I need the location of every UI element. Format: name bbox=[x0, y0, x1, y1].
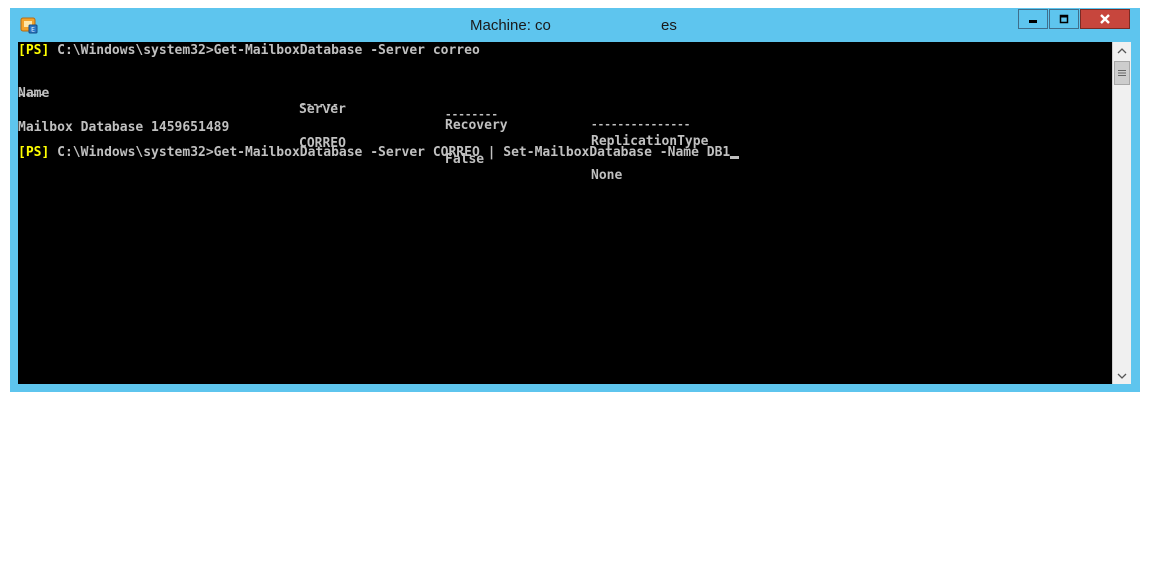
powershell-exchange-icon: E bbox=[20, 17, 38, 34]
title-bar[interactable]: E Machine: co es bbox=[10, 8, 1140, 42]
maximize-button[interactable] bbox=[1049, 9, 1079, 29]
scroll-down-button[interactable] bbox=[1113, 367, 1131, 384]
cell-name: Mailbox Database 1459651489 bbox=[18, 120, 230, 135]
prompt-tag: [PS] bbox=[18, 145, 50, 160]
scroll-thumb[interactable] bbox=[1114, 61, 1130, 85]
table-header-underline: ---- ------ -------- --------------- bbox=[18, 80, 1112, 130]
close-icon bbox=[1100, 14, 1110, 24]
chevron-up-icon bbox=[1117, 47, 1127, 53]
underline-replication-type: --------------- bbox=[591, 118, 691, 131]
text-cursor bbox=[730, 156, 740, 159]
console-window: E Machine: co es [PS] C:\Windows\system3… bbox=[10, 8, 1140, 392]
scroll-up-button[interactable] bbox=[1113, 42, 1131, 59]
minimize-icon bbox=[1029, 20, 1037, 23]
table-row: Mailbox Database 1459651489 CORREO False… bbox=[18, 104, 1112, 183]
close-button[interactable] bbox=[1080, 9, 1130, 29]
command-text: C:\Windows\system32>Get-MailboxDatabase … bbox=[49, 43, 480, 58]
console-line-command-2: [PS] C:\Windows\system32>Get-MailboxData… bbox=[18, 145, 740, 161]
cell-replication-type: None bbox=[591, 168, 623, 183]
window-title-suffix: es bbox=[661, 17, 677, 34]
vertical-scrollbar[interactable] bbox=[1112, 42, 1131, 384]
svg-text:E: E bbox=[31, 27, 35, 34]
console-output[interactable]: [PS] C:\Windows\system32>Get-MailboxData… bbox=[18, 42, 1112, 384]
window-title: Machine: co bbox=[470, 17, 551, 34]
chevron-down-icon bbox=[1117, 373, 1127, 379]
maximize-icon bbox=[1059, 14, 1069, 24]
minimize-button[interactable] bbox=[1018, 9, 1048, 29]
command-input-text: C:\Windows\system32>Get-MailboxDatabase … bbox=[49, 145, 731, 160]
console-line-command-1: [PS] C:\Windows\system32>Get-MailboxData… bbox=[18, 43, 480, 59]
window-controls bbox=[1018, 9, 1131, 29]
prompt-tag: [PS] bbox=[18, 43, 50, 58]
underline-name: ---- bbox=[18, 88, 45, 101]
grip-icon bbox=[1118, 70, 1126, 76]
